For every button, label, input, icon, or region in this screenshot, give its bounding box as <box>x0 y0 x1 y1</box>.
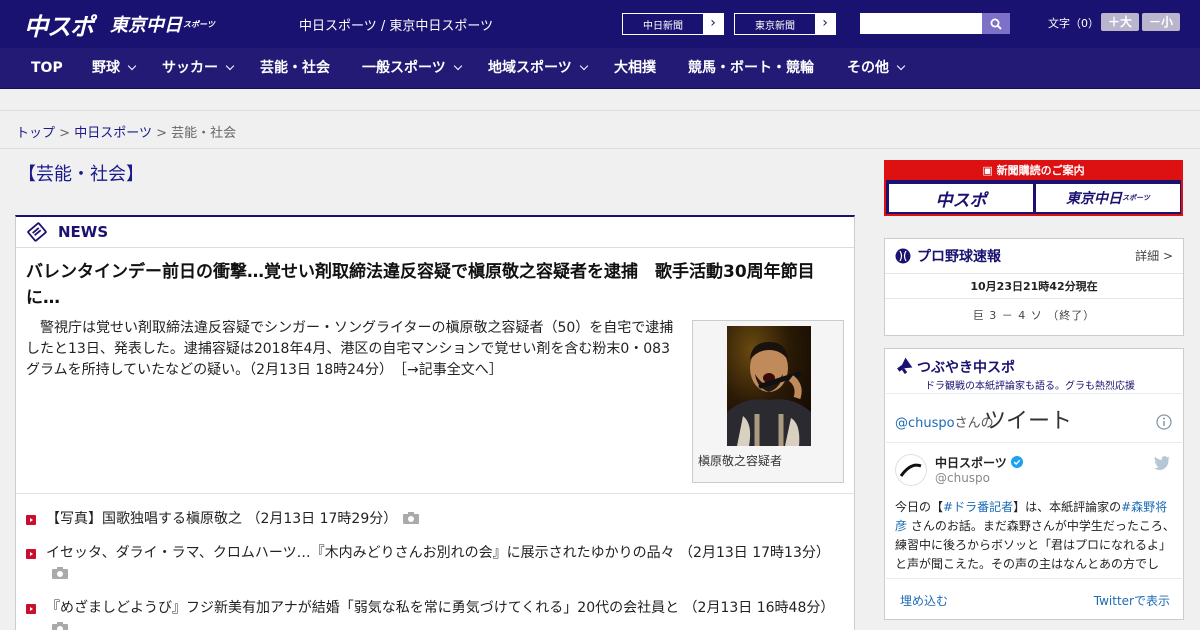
article-summary[interactable]: 警視庁は覚せい剤取締法違反容疑でシンガー・ソングライターの槇原敬之容疑者（50）… <box>26 318 682 381</box>
list-item[interactable]: 『めざましどようび』フジ新美有加アナが結婚「弱気な私を常に勇気づけてくれる」20… <box>26 598 846 630</box>
list-item[interactable]: 【写真】国歌独唱する槇原敬之 （2月13日 17時29分） <box>26 509 846 530</box>
newspaper-icon: ▣ <box>982 164 997 177</box>
breadcrumb-section-link[interactable]: 中日スポーツ <box>74 126 152 141</box>
twitter-widget: つぶやき中スポ ドラ観戦の本紙評論家も語る。グラも熱烈応援 @chuspoさんの… <box>884 348 1184 620</box>
news-panel: NEWS バレンタインデー前日の衝撃…覚せい剤取締法違反容疑で槇原敬之容疑者を逮… <box>15 215 855 630</box>
chuspo-subscription-logo[interactable]: 中スポ <box>889 184 1033 212</box>
site-title: 中日スポーツ / 東京中日スポーツ <box>299 19 494 34</box>
nav-local-sports[interactable]: 地域スポーツ <box>488 48 588 89</box>
font-size-label: 文字（0） <box>1048 17 1099 30</box>
avatar[interactable] <box>895 454 927 486</box>
chunichi-shimbun-link[interactable]: 中日新聞 › <box>622 13 724 35</box>
photo-box[interactable]: 槇原敬之容疑者 <box>692 320 844 483</box>
search-icon <box>990 18 1002 30</box>
hashtag-link[interactable]: #ドラ番記者 <box>943 500 1013 514</box>
baseball-score[interactable]: 巨 3 － 4 ソ （終了） <box>885 299 1183 333</box>
twitter-widget-title: つぶやき中スポ <box>917 360 1015 376</box>
site-header: 中スポ 東京中日 スポーツ 中日スポーツ / 東京中日スポーツ 中日新聞 › 東京新… <box>0 0 1200 48</box>
embed-link[interactable]: 埋め込む <box>900 592 948 609</box>
breadcrumb-current: 芸能・社会 <box>171 126 237 141</box>
bullet-arrow-icon <box>26 604 36 614</box>
chevron-down-icon <box>896 61 906 71</box>
nav-other[interactable]: その他 <box>847 48 906 89</box>
baseball-icon <box>895 248 911 264</box>
chevron-down-icon <box>127 61 137 71</box>
photo-caption: 槇原敬之容疑者 <box>698 454 783 468</box>
chevron-right-icon: › <box>703 14 723 34</box>
nav-entertainment[interactable]: 芸能・社会 <box>260 48 330 89</box>
info-icon[interactable] <box>1156 414 1172 430</box>
bullet-arrow-icon <box>26 515 36 525</box>
list-item[interactable]: イセッタ、ダライ・ラマ、クロムハーツ…『木内みどりさんお別れの会』に展示されたゆ… <box>26 543 846 585</box>
font-smaller-button[interactable]: －小 <box>1142 13 1180 31</box>
camera-icon <box>52 567 68 579</box>
baseball-header: プロ野球速報 詳細 > <box>885 239 1183 274</box>
subscription-banner[interactable]: ▣ 新聞購読のご案内 中スポ 東京中日 スポーツ <box>884 160 1183 216</box>
nav-sumo[interactable]: 大相撲 <box>614 48 656 89</box>
verified-badge-icon <box>1010 456 1023 468</box>
tweet-text: 今日の【#ドラ番記者】は、本紙評論家の#森野将彦 さんのお話。まだ森野さんが中学… <box>895 500 1175 571</box>
nav-baseball[interactable]: 野球 <box>92 48 137 89</box>
twitter-bird-icon[interactable] <box>1154 456 1170 470</box>
twitter-handle-link[interactable]: @chuspoさんの <box>895 412 994 431</box>
breadcrumb-bar: トップ > 中日スポーツ > 芸能・社会 <box>0 110 1200 149</box>
nav-general-sports[interactable]: 一般スポーツ <box>362 48 462 89</box>
baseball-title: プロ野球速報 <box>917 249 1001 265</box>
chevron-down-icon <box>453 61 462 71</box>
tweet-account-username[interactable]: @chuspo <box>935 471 990 485</box>
baseball-detail-link[interactable]: 詳細 > <box>1135 247 1173 264</box>
twitter-widget-subtitle: ドラ観戦の本紙評論家も語る。グラも熱烈応援 <box>925 381 1135 392</box>
newspaper-icon <box>27 222 47 242</box>
suspect-photo <box>727 326 811 446</box>
chevron-down-icon <box>579 61 588 71</box>
view-on-twitter-link[interactable]: Twitterで表示 <box>1094 592 1170 609</box>
nav-racing[interactable]: 競馬・ボート・競輪 <box>688 48 814 89</box>
baseball-scores-widget: プロ野球速報 詳細 > 10月23日21時42分現在 巨 3 － 4 ソ （終了… <box>884 238 1184 336</box>
tweet-embed-footer: 埋め込む Twitterで表示 <box>886 578 1182 620</box>
divider <box>16 493 854 494</box>
tweet-embed-header: @chuspoさんの ツイート <box>886 394 1182 443</box>
chevron-down-icon <box>225 61 235 71</box>
tweet-embed: @chuspoさんの ツイート 中日スポーツ @chuspo 今日の【#ドラ番記… <box>886 393 1182 619</box>
chevron-right-icon: › <box>815 14 835 34</box>
tweet-label: ツイート <box>984 409 1073 434</box>
news-label: NEWS <box>58 223 109 241</box>
tokyo-shimbun-link[interactable]: 東京新聞 › <box>734 13 836 35</box>
news-list: 【写真】国歌独唱する槇原敬之 （2月13日 17時29分） イセッタ、ダライ・ラ… <box>26 509 846 630</box>
camera-icon <box>52 622 68 630</box>
page-title: 【芸能・社会】 <box>18 164 144 185</box>
breadcrumb-separator: > <box>156 126 167 141</box>
breadcrumb: トップ > 中日スポーツ > 芸能・社会 <box>16 122 236 141</box>
headline-link[interactable]: バレンタインデー前日の衝撃…覚せい剤取締法違反容疑で槇原敬之容疑者を逮捕 歌手活… <box>26 259 838 311</box>
tweet-account-name[interactable]: 中日スポーツ <box>935 454 1023 471</box>
camera-icon <box>403 512 420 524</box>
subscription-banner-title: ▣ 新聞購読のご案内 <box>886 162 1181 180</box>
tokyo-chunichi-subscription-logo[interactable]: 東京中日 スポーツ <box>1036 184 1180 212</box>
tokyo-chunichi-logo[interactable]: 東京中日 スポーツ <box>110 0 215 48</box>
search-button[interactable] <box>982 13 1010 34</box>
search-input[interactable] <box>860 13 982 34</box>
baseball-timestamp: 10月23日21時42分現在 <box>885 274 1183 299</box>
megaphone-icon <box>897 357 913 375</box>
nav-top[interactable]: TOP <box>31 48 63 89</box>
font-larger-button[interactable]: ＋大 <box>1101 13 1139 31</box>
bullet-arrow-icon <box>26 549 36 559</box>
chuspo-logo[interactable]: 中スポ <box>24 0 94 48</box>
breadcrumb-separator: > <box>59 126 71 141</box>
nav-soccer[interactable]: サッカー <box>162 48 235 89</box>
breadcrumb-top-link[interactable]: トップ <box>16 126 55 141</box>
main-nav: TOP 野球 サッカー 芸能・社会 一般スポーツ 地域スポーツ 大相撲 競馬・ボ… <box>0 48 1200 89</box>
news-header: NEWS <box>16 217 854 248</box>
